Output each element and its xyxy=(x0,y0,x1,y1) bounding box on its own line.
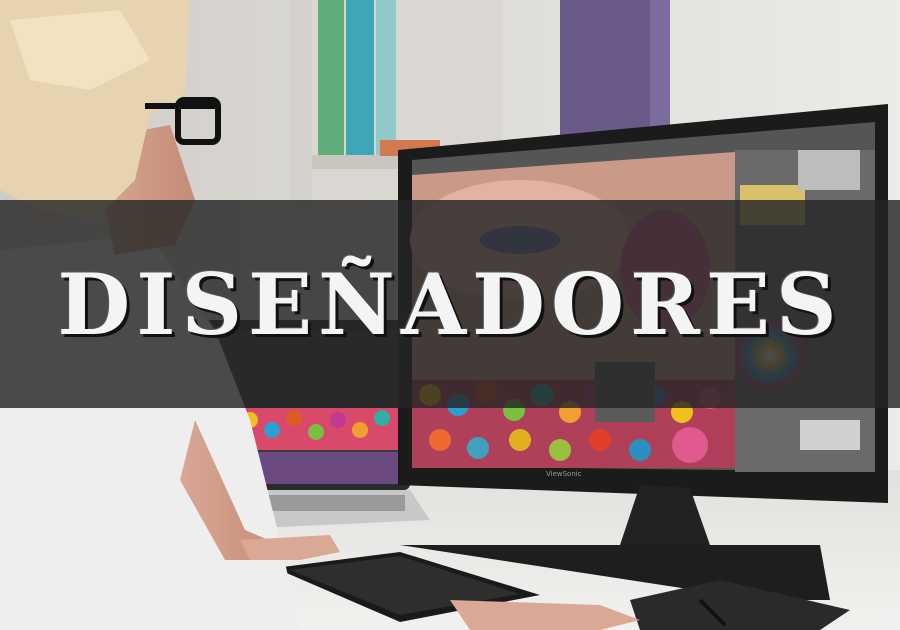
monitor-brand-label: ViewSonic xyxy=(546,470,582,478)
banner-title: DISEÑADORES xyxy=(57,254,843,354)
title-banner: DISEÑADORES xyxy=(0,200,900,408)
